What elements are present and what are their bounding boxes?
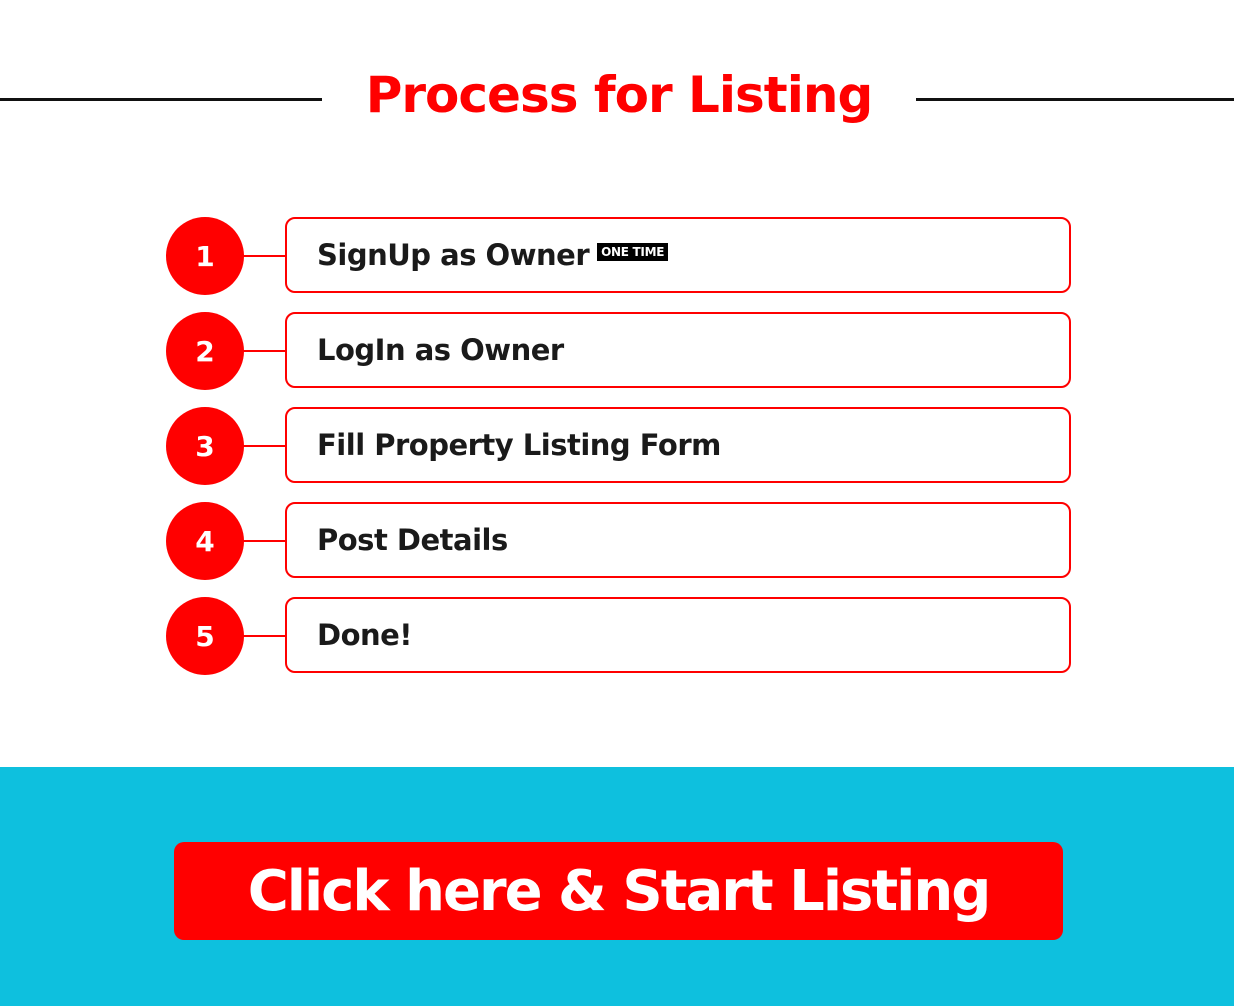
step-card: Done! — [285, 597, 1071, 673]
process-steps-list: 1 SignUp as Owner ONE TIME 2 LogIn as Ow… — [166, 217, 1071, 692]
step-number-badge: 3 — [166, 407, 244, 485]
step-label: Done! — [317, 618, 413, 652]
step-label: Post Details — [317, 523, 508, 557]
step-item-1: 1 SignUp as Owner ONE TIME — [166, 217, 1071, 295]
step-item-2: 2 LogIn as Owner — [166, 312, 1071, 390]
step-number-badge: 2 — [166, 312, 244, 390]
header-divider-right — [916, 98, 1234, 101]
step-connector — [242, 540, 286, 542]
start-listing-button[interactable]: Click here & Start Listing — [174, 842, 1063, 940]
step-card: Post Details — [285, 502, 1071, 578]
cta-section: Click here & Start Listing — [0, 767, 1234, 1006]
header-divider-left — [0, 98, 322, 101]
step-label: LogIn as Owner — [317, 333, 564, 367]
step-connector — [242, 635, 286, 637]
step-card: Fill Property Listing Form — [285, 407, 1071, 483]
one-time-badge: ONE TIME — [597, 243, 669, 261]
step-item-4: 4 Post Details — [166, 502, 1071, 580]
step-card: SignUp as Owner ONE TIME — [285, 217, 1071, 293]
start-listing-label: Click here & Start Listing — [247, 858, 992, 924]
step-item-5: 5 Done! — [166, 597, 1071, 675]
step-card: LogIn as Owner — [285, 312, 1071, 388]
step-label: SignUp as Owner — [317, 238, 590, 272]
step-number-badge: 1 — [166, 217, 244, 295]
step-connector — [242, 255, 286, 257]
section-header: Process for Listing — [0, 60, 1234, 140]
step-number-badge: 4 — [166, 502, 244, 580]
step-label: Fill Property Listing Form — [317, 428, 721, 462]
page-title: Process for Listing — [365, 66, 874, 124]
step-item-3: 3 Fill Property Listing Form — [166, 407, 1071, 485]
step-connector — [242, 445, 286, 447]
step-connector — [242, 350, 286, 352]
step-number-badge: 5 — [166, 597, 244, 675]
